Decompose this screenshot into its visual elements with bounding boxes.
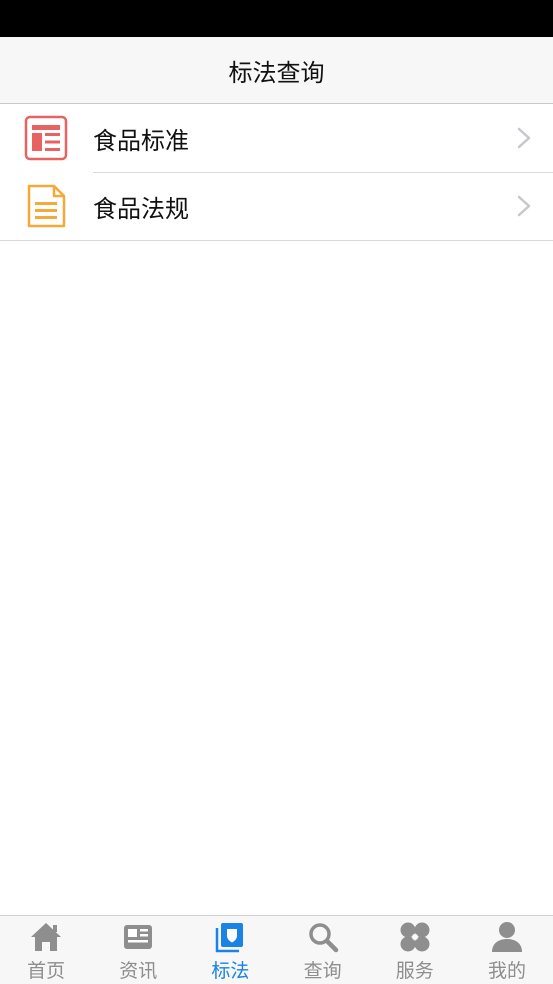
tab-news[interactable]: 资讯 <box>92 916 184 984</box>
tab-label: 标法 <box>211 960 250 982</box>
list-item-food-regulations[interactable]: 食品法规 <box>0 172 553 240</box>
profile-icon <box>491 922 522 952</box>
standards-document-icon <box>24 115 68 161</box>
tab-label: 资讯 <box>119 960 158 982</box>
tab-standards[interactable]: 标法 <box>184 916 276 984</box>
chevron-right-icon <box>517 195 531 217</box>
tab-label: 我的 <box>487 960 526 982</box>
tab-label: 查询 <box>303 960 342 982</box>
tab-profile[interactable]: 我的 <box>461 916 553 984</box>
services-icon <box>400 922 430 952</box>
menu-list: 食品标准 食品法规 <box>0 104 553 241</box>
list-item-label: 食品法规 <box>93 194 189 223</box>
search-icon <box>308 923 338 953</box>
navigation-bar: 标法查询 <box>0 37 553 104</box>
page-title: 标法查询 <box>228 58 325 87</box>
status-bar <box>0 0 553 37</box>
tab-label: 首页 <box>27 960 66 982</box>
tab-label: 服务 <box>395 960 434 982</box>
list-item-label: 食品标准 <box>93 126 189 155</box>
home-icon <box>31 923 62 951</box>
chevron-right-icon <box>517 127 531 149</box>
tab-search[interactable]: 查询 <box>277 916 369 984</box>
news-icon <box>124 925 153 949</box>
tab-home[interactable]: 首页 <box>0 916 92 984</box>
regulations-document-icon <box>27 184 66 228</box>
tab-bar: 首页 资讯 标法 查询 服务 我的 <box>0 915 553 984</box>
standards-icon <box>216 923 244 953</box>
tab-services[interactable]: 服务 <box>369 916 461 984</box>
list-divider <box>0 240 553 241</box>
list-item-food-standards[interactable]: 食品标准 <box>0 104 553 172</box>
